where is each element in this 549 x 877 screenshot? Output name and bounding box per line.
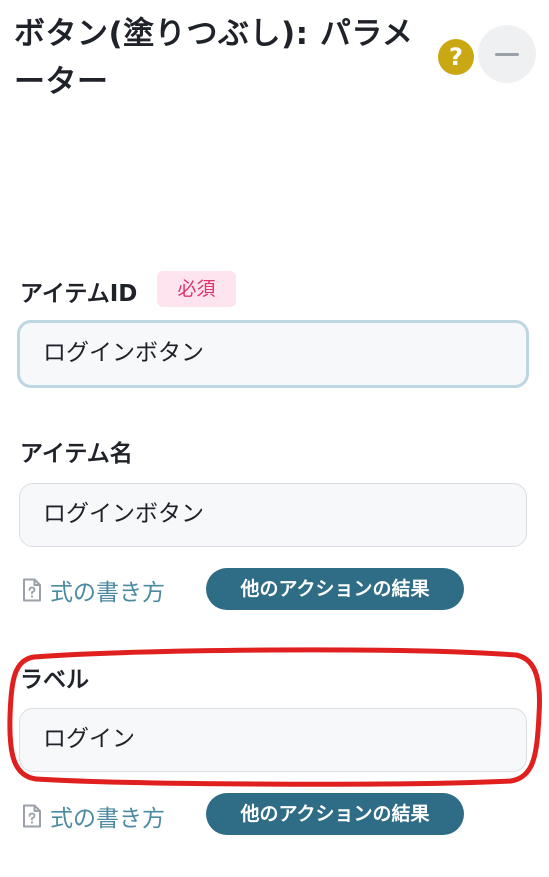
other-action-result-button[interactable]: 他のアクションの結果 [206,793,464,835]
required-badge: 必須 [157,271,236,307]
label-input[interactable]: ログイン [19,708,527,772]
formula-help-link[interactable]: 式の書き方 [22,796,165,836]
question-circle-icon[interactable]: ? [438,39,474,75]
formula-link-label: 式の書き方 [50,806,165,832]
item-id-label: アイテムID [20,281,138,307]
document-question-icon [23,578,41,602]
other-action-result-button[interactable]: 他のアクションの結果 [206,568,464,610]
minus-icon [495,53,519,56]
minimize-button[interactable] [478,25,536,83]
item-name-input[interactable]: ログインボタン [19,483,527,547]
document-question-icon [23,804,41,828]
formula-help-link[interactable]: 式の書き方 [22,570,165,610]
item-id-input[interactable]: ログインボタン [17,320,529,388]
formula-link-label: 式の書き方 [50,580,165,606]
item-name-label: アイテム名 [20,441,133,467]
page-title: ボタン(塗りつぶし): パラメーター [14,16,414,100]
label-field-label: ラベル [20,667,89,693]
